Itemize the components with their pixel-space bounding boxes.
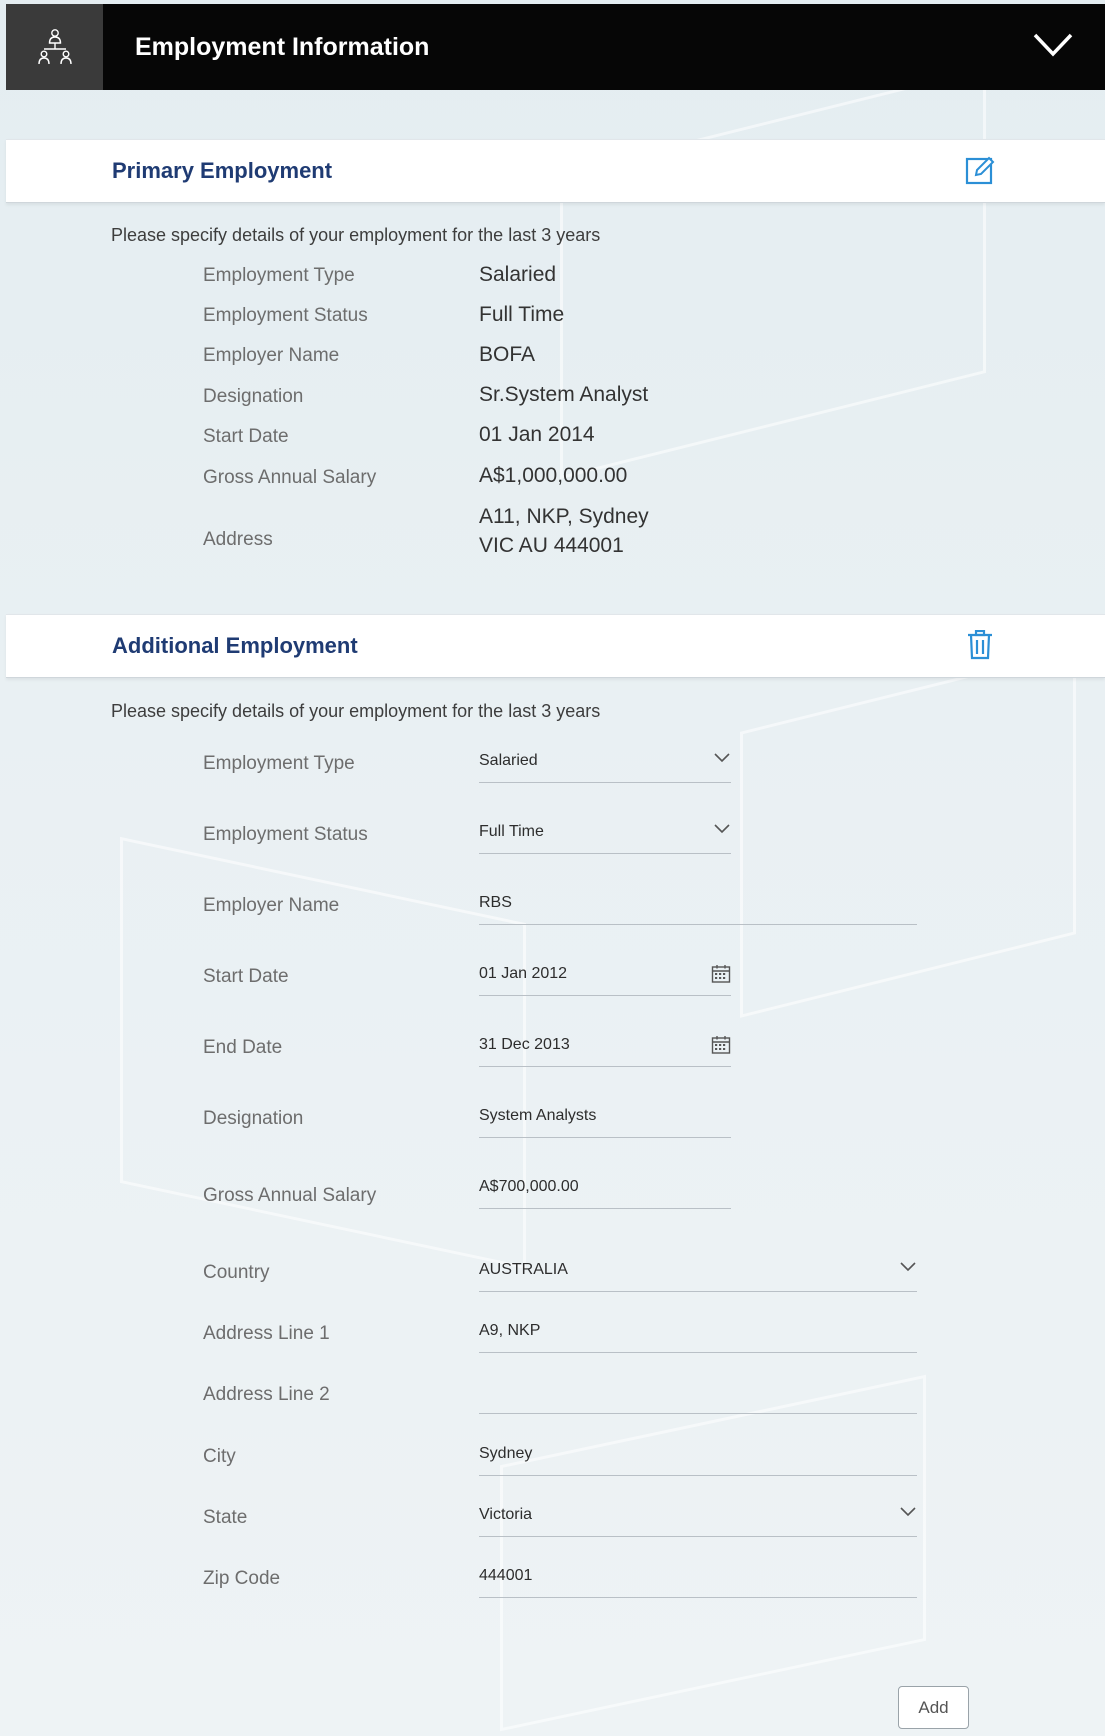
zip-code-value: 444001 — [479, 1567, 533, 1584]
accordion-header[interactable]: Employment Information — [6, 4, 1105, 90]
designation-input[interactable]: System Analysts — [479, 1103, 731, 1138]
end-date-input[interactable]: 31 Dec 2013 — [479, 1032, 731, 1067]
start-date-label: Start Date — [203, 966, 289, 987]
designation-value: System Analysts — [479, 1107, 597, 1124]
header-title: Employment Information — [135, 32, 430, 61]
country-value: AUSTRALIA — [479, 1261, 568, 1278]
primary-start-date-value: 01 Jan 2014 — [479, 423, 595, 446]
employer-name-value: RBS — [479, 894, 512, 911]
primary-employment-bar: Primary Employment — [6, 139, 1105, 203]
calendar-icon[interactable] — [711, 1035, 731, 1060]
start-date-input[interactable]: 01 Jan 2012 — [479, 961, 731, 996]
delete-icon[interactable] — [967, 629, 993, 665]
zip-code-input[interactable]: 444001 — [479, 1563, 917, 1598]
primary-start-date-label: Start Date — [203, 426, 289, 447]
primary-gross-salary-value: A$1,000,000.00 — [479, 464, 628, 487]
page: Employment Information Primary Employmen… — [0, 0, 1105, 1736]
chevron-down-icon — [899, 1259, 917, 1277]
primary-employer-name-value: BOFA — [479, 343, 536, 366]
additional-intro-text: Please specify details of your employmen… — [111, 701, 601, 721]
primary-gross-salary-label: Gross Annual Salary — [203, 467, 377, 488]
edit-icon[interactable] — [965, 155, 995, 190]
employer-name-label: Employer Name — [203, 895, 340, 916]
collapse-chevron-icon[interactable] — [1033, 32, 1073, 63]
employment-status-label: Employment Status — [203, 824, 368, 845]
primary-address-line1: A11, NKP, Sydney — [479, 505, 649, 528]
background-house-shape — [500, 1374, 926, 1732]
address-line1-input[interactable]: A9, NKP — [479, 1318, 917, 1353]
header-icon-box — [6, 4, 103, 90]
team-hierarchy-icon — [37, 29, 72, 65]
country-label: Country — [203, 1262, 270, 1283]
employment-type-label: Employment Type — [203, 753, 355, 774]
zip-code-label: Zip Code — [203, 1568, 281, 1589]
additional-employment-bar: Additional Employment — [6, 614, 1105, 678]
primary-address-line2: VIC AU 444001 — [479, 534, 624, 557]
employment-type-value: Salaried — [479, 752, 538, 769]
country-select[interactable]: AUSTRALIA — [479, 1257, 917, 1292]
gross-salary-input[interactable]: A$700,000.00 — [479, 1174, 731, 1209]
chevron-down-icon — [713, 750, 731, 768]
primary-employment-status-label: Employment Status — [203, 305, 368, 326]
calendar-icon[interactable] — [711, 964, 731, 989]
add-button[interactable]: Add — [898, 1686, 969, 1729]
employment-status-value: Full Time — [479, 823, 544, 840]
start-date-value: 01 Jan 2012 — [479, 965, 568, 982]
city-label: City — [203, 1446, 236, 1467]
primary-intro-text: Please specify details of your employmen… — [111, 225, 601, 245]
state-label: State — [203, 1507, 248, 1528]
address-line2-input[interactable] — [479, 1379, 917, 1414]
end-date-label: End Date — [203, 1037, 283, 1058]
employer-name-input[interactable]: RBS — [479, 890, 917, 925]
city-input[interactable]: Sydney — [479, 1441, 917, 1476]
additional-employment-title: Additional Employment — [112, 633, 358, 658]
state-value: Victoria — [479, 1506, 533, 1523]
designation-label: Designation — [203, 1108, 304, 1129]
chevron-down-icon — [713, 821, 731, 839]
address-line1-label: Address Line 1 — [203, 1323, 330, 1344]
employment-status-select[interactable]: Full Time — [479, 819, 731, 854]
city-value: Sydney — [479, 1445, 533, 1462]
primary-address-value: A11, NKP, Sydney VIC AU 444001 — [479, 502, 649, 560]
primary-employment-title: Primary Employment — [112, 158, 333, 183]
primary-address-label: Address — [203, 529, 273, 550]
primary-designation-value: Sr.System Analyst — [479, 383, 649, 406]
address-line1-value: A9, NKP — [479, 1322, 541, 1339]
background-house-shape — [740, 648, 1076, 1018]
primary-employer-name-label: Employer Name — [203, 345, 340, 366]
primary-employment-type-label: Employment Type — [203, 265, 355, 286]
gross-salary-label: Gross Annual Salary — [203, 1185, 377, 1206]
primary-designation-label: Designation — [203, 386, 304, 407]
employment-type-select[interactable]: Salaried — [479, 748, 731, 783]
background-house-shape — [560, 66, 986, 480]
address-line2-label: Address Line 2 — [203, 1384, 330, 1405]
gross-salary-value: A$700,000.00 — [479, 1178, 579, 1195]
primary-employment-status-value: Full Time — [479, 303, 565, 326]
primary-employment-type-value: Salaried — [479, 263, 557, 286]
end-date-value: 31 Dec 2013 — [479, 1036, 570, 1053]
chevron-down-icon — [899, 1504, 917, 1522]
state-select[interactable]: Victoria — [479, 1502, 917, 1537]
